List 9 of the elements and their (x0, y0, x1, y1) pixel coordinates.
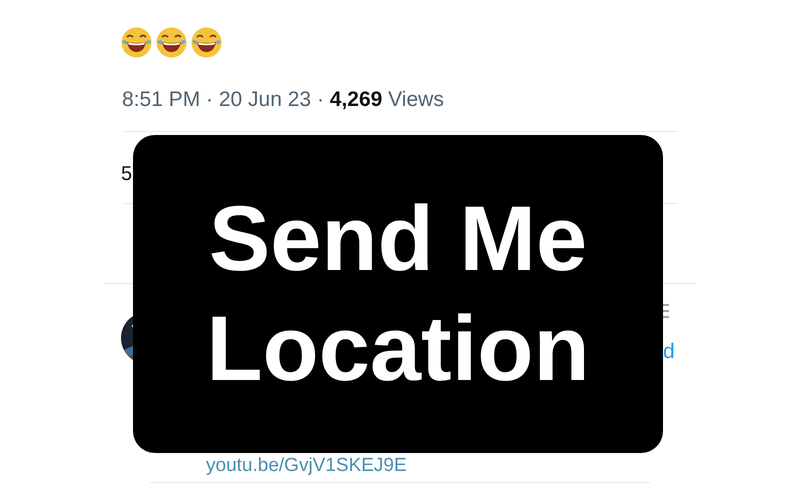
laughing-face-icon (155, 26, 188, 59)
caption-line: Location (206, 299, 590, 399)
tweet-meta: 8:51 PM · 20 Jun 23 · 4,269 Views (122, 87, 444, 113)
video-link[interactable]: youtu.be/GvjV1SKEJ9E (206, 455, 407, 477)
laughing-face-icon (190, 26, 223, 59)
stat-count: 5 (121, 162, 132, 187)
caption-line: Send Me (208, 189, 588, 289)
link-fragment[interactable]: d (663, 336, 675, 368)
laughing-face-icon (120, 26, 153, 59)
